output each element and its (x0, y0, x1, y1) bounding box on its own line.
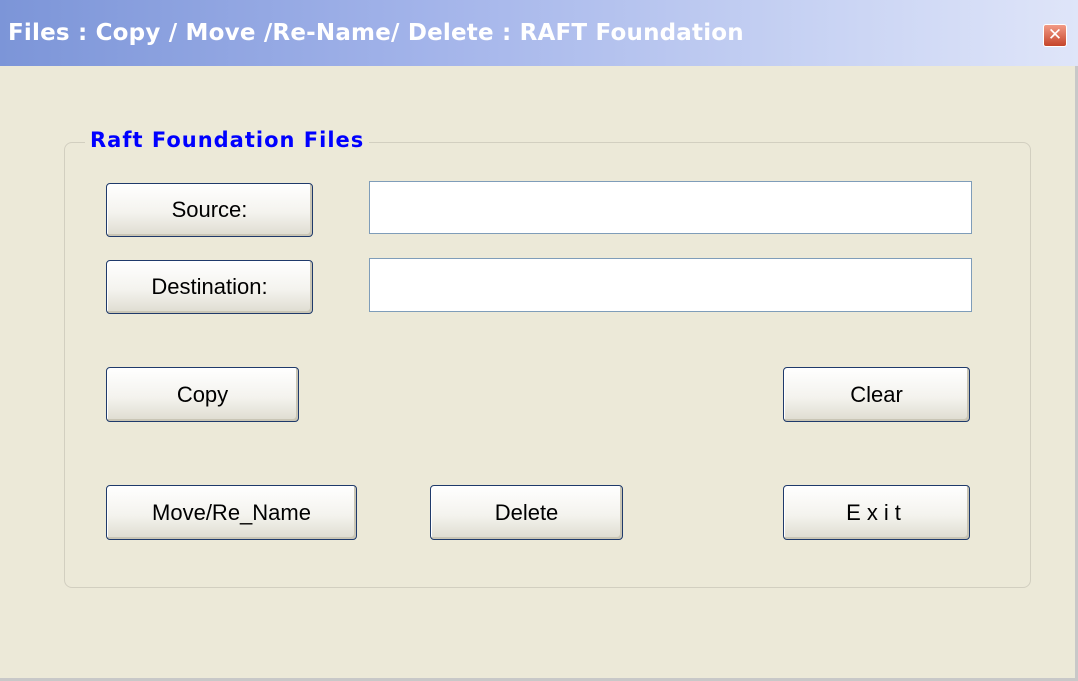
move-rename-button[interactable]: Move/Re_Name (106, 485, 357, 540)
close-button[interactable]: ✕ (1043, 24, 1067, 47)
source-button[interactable]: Source: (106, 183, 313, 237)
copy-button[interactable]: Copy (106, 367, 299, 422)
destination-field[interactable] (369, 258, 972, 312)
window-title: Files : Copy / Move /Re-Name/ Delete : R… (8, 20, 744, 46)
clear-button[interactable]: Clear (783, 367, 970, 422)
destination-button[interactable]: Destination: (106, 260, 313, 314)
dialog-window: Files : Copy / Move /Re-Name/ Delete : R… (0, 0, 1078, 681)
source-field[interactable] (369, 181, 972, 234)
title-bar[interactable]: Files : Copy / Move /Re-Name/ Delete : R… (0, 0, 1078, 66)
close-icon: ✕ (1047, 25, 1063, 45)
group-title: Raft Foundation Files (85, 128, 370, 152)
delete-button[interactable]: Delete (430, 485, 623, 540)
exit-button[interactable]: Exit (783, 485, 970, 540)
